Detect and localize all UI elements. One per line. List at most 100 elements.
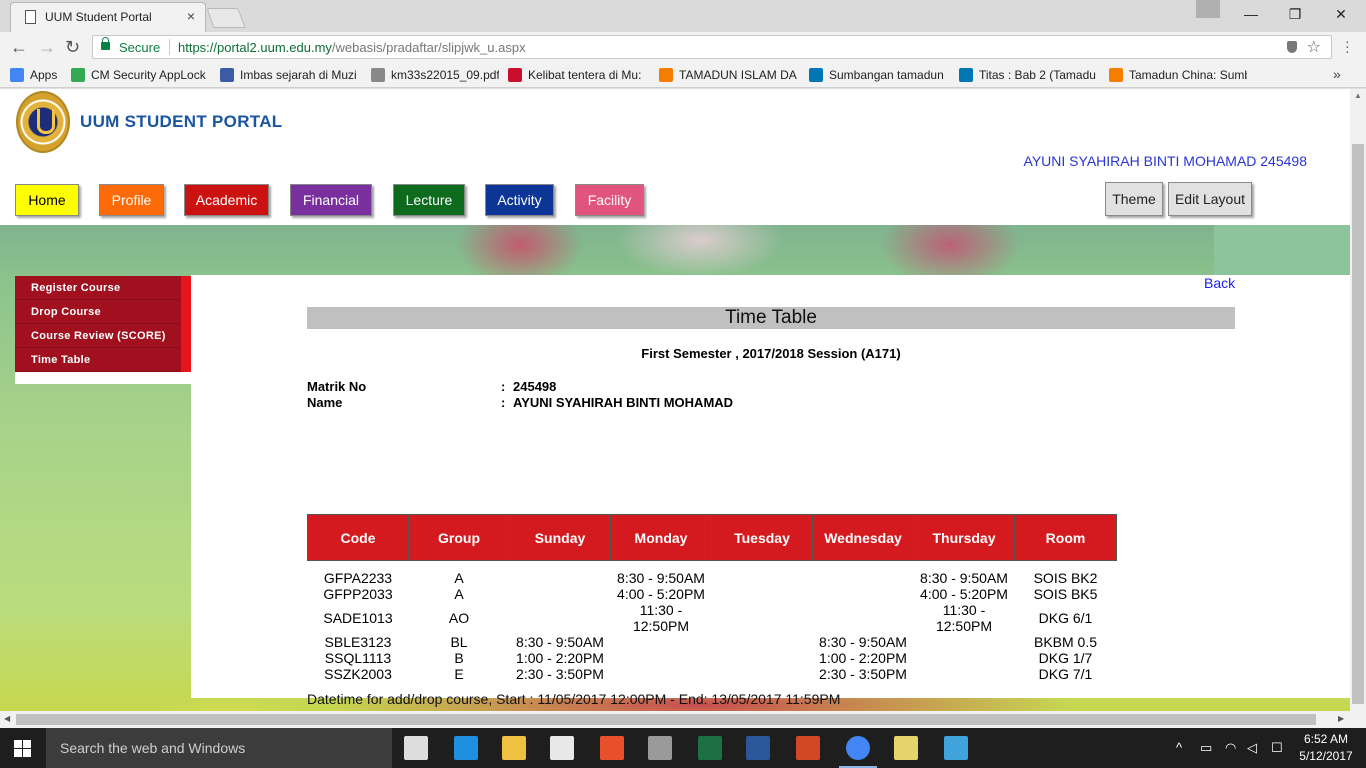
table-cell: SBLE3123 (324, 634, 392, 650)
calculator-icon[interactable] (648, 736, 672, 760)
document-icon (25, 10, 36, 24)
powerpoint-icon[interactable] (796, 736, 820, 760)
name-value: AYUNI SYAHIRAH BINTI MOHAMAD (513, 395, 734, 410)
table-cell: DKG 6/1 (1038, 610, 1093, 626)
bookmark-item[interactable]: Sumbangan tamadun (809, 68, 944, 82)
table-cell (712, 561, 813, 587)
side-menu-item[interactable]: Register Course (15, 276, 181, 300)
bookmark-item[interactable]: Tamadun China: Sumb (1109, 68, 1247, 82)
windows-start-icon[interactable] (14, 740, 31, 757)
bookmark-item[interactable]: Titas : Bab 2 (Tamadu (959, 68, 1096, 82)
bookmark-item[interactable]: TAMADUN ISLAM DA (659, 68, 797, 82)
store-icon[interactable] (550, 736, 574, 760)
page-title: Time Table (307, 307, 1235, 329)
address-bar[interactable]: Secure https://portal2.uum.edu.my/webasi… (92, 35, 1332, 59)
file-explorer-icon[interactable] (502, 736, 526, 760)
uum-logo (16, 91, 70, 153)
vertical-scrollbar[interactable]: ▲ (1350, 89, 1366, 711)
nav-academic-button[interactable]: Academic (184, 184, 269, 216)
edit-layout-button[interactable]: Edit Layout (1168, 182, 1252, 216)
nav-home-button[interactable]: Home (15, 184, 79, 216)
nav-activity-button[interactable]: Activity (485, 184, 554, 216)
scroll-up-icon[interactable]: ▲ (1354, 91, 1362, 100)
back-arrow-icon[interactable]: ← (10, 36, 28, 58)
word-icon[interactable] (746, 736, 770, 760)
table-cell: DKG 1/7 (1038, 650, 1093, 666)
forward-arrow-icon[interactable]: → (38, 36, 56, 58)
column-header: Monday (610, 514, 712, 561)
windows-taskbar: Search the web and Windows ^ ▭ ◠ ◁ ☐ 6:5… (0, 728, 1366, 768)
tab-close-icon[interactable]: × (187, 8, 195, 24)
nav-facility-button[interactable]: Facility (575, 184, 644, 216)
bookmark-star-icon[interactable]: ☆ (1307, 37, 1321, 57)
table-cell: 1:00 - 2:20PM (819, 650, 907, 666)
side-menu-item[interactable]: Course Review (SCORE) (15, 324, 181, 348)
new-tab-button[interactable] (206, 8, 246, 28)
timetable-table: Code Group Sunday Monday Tuesday Wednesday Thu… (307, 514, 1117, 682)
minimize-button[interactable]: — (1228, 0, 1274, 28)
bookmark-label: CM Security AppLock (91, 68, 206, 82)
wifi-icon[interactable]: ◠ (1225, 740, 1236, 756)
horizontal-scrollbar[interactable]: ◀ ▶ (0, 711, 1366, 728)
nav-financial-button[interactable]: Financial (290, 184, 372, 216)
scroll-right-icon[interactable]: ▶ (1338, 714, 1344, 723)
table-cell: B (454, 650, 464, 666)
column-header: Room (1014, 514, 1117, 561)
side-menu-item[interactable]: Drop Course (15, 300, 181, 324)
bookmarks-more-icon[interactable]: » (1333, 66, 1341, 82)
bookmark-item[interactable]: Apps (10, 68, 57, 82)
table-cell (813, 561, 914, 587)
add-drop-datetime: Datetime for add/drop course, Start : 11… (307, 691, 841, 707)
chrome-icon[interactable] (846, 736, 870, 760)
tray-chevron-icon[interactable]: ^ (1176, 740, 1182, 755)
table-cell: A (454, 570, 464, 586)
excel-icon[interactable] (698, 736, 722, 760)
table-cell: 11:30 - 12:50PM (935, 602, 993, 634)
nav-lecture-button[interactable]: Lecture (393, 184, 465, 216)
table-cell (813, 586, 914, 602)
table-cell: E (454, 666, 464, 682)
taskbar-clock[interactable]: 6:52 AM 5/12/2017 (1296, 731, 1356, 765)
profile-icon[interactable] (1196, 0, 1220, 18)
bookmark-item[interactable]: Imbas sejarah di Muzi (220, 68, 357, 82)
table-cell: 1:00 - 2:20PM (516, 650, 604, 666)
table-row: GFPP2033 A 4:00 - 5:20PM 4:00 - 5:20PM SOIS … (308, 586, 1117, 602)
bookmark-item[interactable]: CM Security AppLock (71, 68, 206, 82)
close-window-button[interactable]: ✕ (1318, 0, 1364, 28)
nav-profile-button[interactable]: Profile (99, 184, 164, 216)
bookmark-item[interactable]: km33s22015_09.pdf (371, 68, 499, 82)
table-cell (712, 650, 813, 666)
portal-title: UUM STUDENT PORTAL (80, 112, 283, 131)
back-link[interactable]: Back (1204, 275, 1235, 291)
side-menu-item[interactable]: Time Table (15, 348, 181, 372)
bookmark-label: Imbas sejarah di Muzi (240, 68, 357, 82)
bookmark-item[interactable]: Kelibat tentera di Mu: (508, 68, 641, 82)
bookmark-label: Apps (30, 68, 58, 82)
vertical-scroll-thumb[interactable] (1352, 144, 1364, 704)
omnibox-divider (169, 39, 170, 55)
notifications-icon[interactable]: ☐ (1271, 740, 1283, 756)
column-header: Tuesday (711, 514, 813, 561)
scroll-left-icon[interactable]: ◀ (4, 714, 10, 723)
reload-icon[interactable]: ↻ (65, 36, 80, 58)
task-view-icon[interactable] (404, 736, 428, 760)
url-text[interactable]: https://portal2.uum.edu.my/webasis/prada… (178, 40, 526, 55)
table-cell: SOIS BK5 (1033, 586, 1098, 602)
battery-icon[interactable]: ▭ (1200, 740, 1212, 756)
folder-icon[interactable] (894, 736, 918, 760)
taskbar-search-placeholder: Search the web and Windows (60, 740, 246, 756)
movie-maker-icon[interactable] (944, 736, 968, 760)
horizontal-scroll-thumb[interactable] (16, 714, 1316, 725)
tab-uum-portal[interactable]: UUM Student Portal × (10, 2, 206, 32)
column-header: Group (408, 514, 510, 561)
theme-button[interactable]: Theme (1105, 182, 1163, 216)
menu-dots-icon[interactable]: · · · (1345, 34, 1350, 58)
app-red-icon[interactable] (600, 736, 624, 760)
site-settings-icon[interactable] (1287, 41, 1297, 53)
matrik-value: 245498 (513, 379, 557, 394)
maximize-button[interactable]: ❐ (1272, 0, 1318, 28)
taskbar-search[interactable]: Search the web and Windows (46, 728, 392, 768)
table-cell (712, 634, 813, 650)
edge-icon[interactable] (454, 736, 478, 760)
volume-icon[interactable]: ◁ (1247, 740, 1257, 756)
